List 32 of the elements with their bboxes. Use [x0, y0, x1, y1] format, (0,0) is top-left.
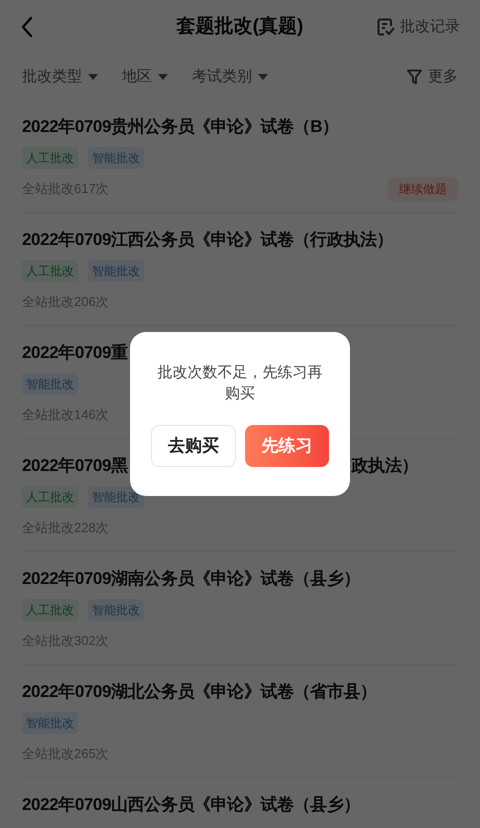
tag: 智能批改: [22, 373, 78, 395]
paper-title: 2022年0709江西公务员《申论》试卷（行政执法）: [22, 229, 394, 251]
paper-title: 2022年0709湖南公务员《申论》试卷（县乡）: [22, 568, 360, 590]
tag: 智能批改: [22, 712, 78, 734]
buy-button[interactable]: 去购买: [151, 425, 236, 467]
filter-dropdown[interactable]: 批改类型: [22, 66, 98, 88]
more-filter-button[interactable]: 更多: [407, 66, 458, 88]
tag: 人工批改: [22, 260, 78, 282]
caret-icon: [258, 74, 268, 80]
filter-dropdown[interactable]: 地区: [122, 66, 168, 88]
practice-button[interactable]: 先练习: [245, 425, 329, 467]
tag: 人工批改: [22, 486, 78, 508]
tag: 智能批改: [88, 599, 144, 621]
caret-icon: [88, 74, 98, 80]
paper-title: 2022年0709湖北公务员《申论》试卷（省市县）: [22, 681, 377, 703]
record-icon: [377, 18, 395, 36]
filter-icon: [407, 69, 422, 85]
paper-title: 政执法）: [352, 455, 418, 477]
caret-icon: [158, 74, 168, 80]
continue-button[interactable]: 继续做题: [388, 177, 458, 201]
page-title: 套题批改(真题): [176, 14, 304, 39]
record-link[interactable]: 批改记录: [377, 16, 460, 38]
dialog-message: 批改次数不足，先练习再购买: [156, 363, 324, 404]
tag: 人工批改: [22, 147, 78, 169]
paper-title: 2022年0709黑: [22, 455, 128, 477]
paper-title: 2022年0709山西公务员《申论》试卷（县乡）: [22, 794, 360, 816]
tag: 人工批改: [22, 599, 78, 621]
tag: 智能批改: [88, 260, 144, 282]
paper-title: 2022年0709重: [22, 342, 128, 364]
tag: 智能批改: [88, 147, 144, 169]
filter-dropdown[interactable]: 考试类别: [192, 66, 268, 88]
paper-title: 2022年0709贵州公务员《申论》试卷（B）: [22, 116, 339, 138]
